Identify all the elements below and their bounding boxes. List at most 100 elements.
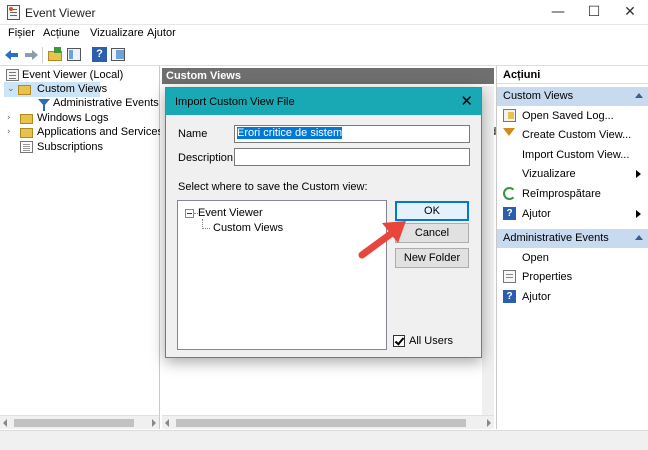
action-label: Vizualizare: [522, 168, 576, 180]
tree-item-administrative-events[interactable]: Administrative Events: [0, 96, 160, 111]
tree-item-event-viewer-local[interactable]: Event Viewer (Local): [0, 68, 160, 83]
properties-icon: [503, 270, 516, 283]
collapse-section-icon[interactable]: [635, 93, 643, 98]
action-label: Ajutor: [522, 291, 551, 303]
action-label: Create Custom View...: [522, 129, 632, 141]
expand-chevron-icon[interactable]: ›: [7, 114, 15, 123]
window-title-bar: Event Viewer — ☐ ✕: [0, 0, 648, 25]
tree-item-windows-logs[interactable]: › Windows Logs: [0, 111, 160, 126]
action-refresh[interactable]: Reîmprospătare: [497, 184, 648, 204]
navigation-tree-pane: Event Viewer (Local) ⌄ Custom Views Admi…: [0, 66, 160, 429]
menu-view[interactable]: Vizualizare: [90, 27, 144, 39]
tree-item-label: Custom Views: [37, 83, 108, 95]
actions-pane-title: Acțiuni: [497, 66, 648, 84]
help-icon: ?: [503, 207, 516, 220]
collapse-node-icon[interactable]: [185, 209, 194, 218]
back-arrow-icon[interactable]: [4, 46, 21, 63]
action-open[interactable]: Open: [497, 248, 648, 268]
actions-pane: Acțiuni Custom Views Open Saved Log... C…: [496, 66, 648, 429]
tree-connector: [202, 228, 210, 229]
actions-section-administrative-events[interactable]: Administrative Events: [497, 229, 648, 248]
minimize-button[interactable]: —: [540, 0, 576, 24]
menu-help[interactable]: Ajutor: [147, 27, 176, 39]
scroll-left-arrow-icon[interactable]: [3, 419, 7, 427]
collapse-section-icon[interactable]: [635, 235, 643, 240]
tree-item-label: Subscriptions: [37, 141, 104, 153]
save-location-label: Select where to save the Custom view:: [178, 181, 368, 193]
expand-chevron-icon[interactable]: ›: [7, 128, 15, 137]
name-input[interactable]: Erori critice de sistem: [234, 125, 470, 143]
scrollbar-thumb[interactable]: [176, 419, 466, 427]
maximize-button[interactable]: ☐: [576, 0, 612, 24]
filter-funnel-icon: [503, 128, 515, 136]
center-pane-title: Custom Views: [162, 68, 494, 84]
folder-up-icon[interactable]: [47, 46, 64, 63]
scroll-right-arrow-icon[interactable]: [487, 419, 491, 427]
description-label: Description: [178, 152, 234, 164]
action-help-submenu[interactable]: ? Ajutor: [497, 204, 648, 224]
action-label: Open Saved Log...: [522, 110, 614, 122]
action-label: Open: [522, 252, 549, 264]
menu-action[interactable]: Acțiune: [43, 27, 80, 39]
subscriptions-icon: [20, 141, 33, 153]
help-icon: ?: [503, 290, 516, 303]
left-horizontal-scrollbar[interactable]: [0, 415, 159, 429]
refresh-icon: [503, 187, 516, 200]
menu-file[interactable]: Fișier: [8, 27, 35, 39]
import-custom-view-dialog: Import Custom View File ✕ Name Erori cri…: [165, 87, 482, 358]
folder-icon: [18, 85, 31, 95]
dialog-title: Import Custom View File: [175, 96, 295, 108]
dialog-title-bar: Import Custom View File ✕: [166, 88, 481, 115]
status-bar: [0, 430, 648, 450]
folder-icon: [20, 128, 33, 138]
tree-node-event-viewer[interactable]: Event Viewer: [198, 207, 263, 219]
tree-node-custom-views[interactable]: Custom Views: [213, 222, 283, 234]
action-properties[interactable]: Properties: [497, 267, 648, 287]
dialog-close-button[interactable]: ✕: [460, 92, 473, 110]
tree-item-subscriptions[interactable]: Subscriptions: [0, 140, 160, 155]
properties-icon[interactable]: [110, 46, 127, 63]
help-icon[interactable]: ?: [91, 46, 108, 63]
center-vertical-scrollbar[interactable]: [482, 86, 494, 415]
open-log-icon: [503, 109, 516, 122]
toolbar-separator: [42, 47, 43, 63]
tree-item-label: Event Viewer (Local): [22, 69, 124, 81]
scroll-right-arrow-icon[interactable]: [152, 419, 156, 427]
toolbar: ?: [0, 44, 648, 66]
action-help[interactable]: ? Ajutor: [497, 287, 648, 307]
event-viewer-app-icon: [7, 5, 20, 20]
tree-item-label: Applications and Services Lo: [37, 126, 160, 138]
name-input-value: Erori critice de sistem: [237, 127, 343, 139]
scroll-left-arrow-icon[interactable]: [165, 419, 169, 427]
action-label: Import Custom View...: [522, 149, 630, 161]
scrollbar-thumb[interactable]: [14, 419, 134, 427]
action-label: Reîmprospătare: [522, 188, 601, 200]
actions-section-custom-views[interactable]: Custom Views: [497, 87, 648, 106]
submenu-arrow-icon: [636, 170, 641, 178]
description-input[interactable]: [234, 148, 470, 166]
tree-item-applications-services[interactable]: › Applications and Services Lo: [0, 125, 160, 140]
action-label: Ajutor: [522, 208, 551, 220]
section-header-label: Administrative Events: [503, 232, 609, 244]
close-window-button[interactable]: ✕: [612, 0, 648, 24]
name-label: Name: [178, 128, 208, 140]
tree-item-label: Windows Logs: [37, 112, 109, 124]
menu-bar: Fișier Acțiune Vizualizare Ajutor: [0, 25, 648, 44]
tree-item-label: Administrative Events: [53, 97, 159, 109]
all-users-checkbox[interactable]: [393, 335, 405, 347]
action-create-custom-view[interactable]: Create Custom View...: [497, 125, 648, 145]
folder-icon: [20, 114, 33, 124]
collapse-chevron-icon[interactable]: ⌄: [7, 85, 15, 94]
all-users-label: All Users: [409, 335, 454, 347]
submenu-arrow-icon: [636, 210, 641, 218]
event-viewer-icon: [6, 69, 19, 81]
action-view-submenu[interactable]: Vizualizare: [497, 164, 648, 184]
show-tree-icon[interactable]: [66, 46, 83, 63]
section-header-label: Custom Views: [503, 90, 574, 102]
tree-item-custom-views[interactable]: ⌄ Custom Views: [4, 82, 107, 97]
center-horizontal-scrollbar[interactable]: [162, 415, 494, 429]
forward-arrow-icon[interactable]: [22, 46, 39, 63]
action-open-saved-log[interactable]: Open Saved Log...: [497, 106, 648, 126]
action-label: Properties: [522, 271, 573, 283]
action-import-custom-view[interactable]: Import Custom View...: [497, 145, 648, 165]
